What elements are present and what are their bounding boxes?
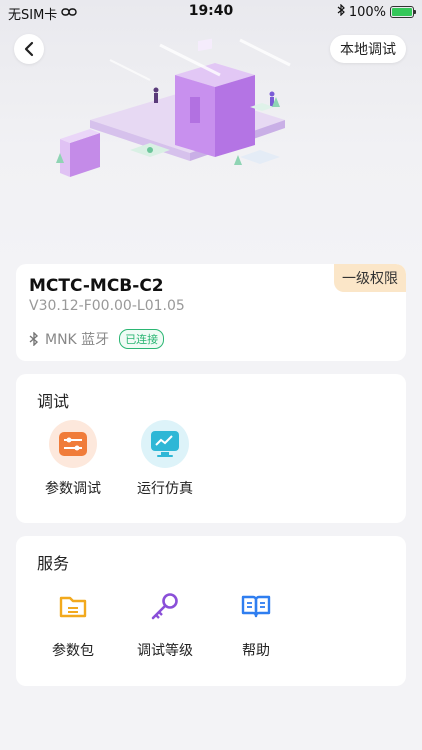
tile-label: 参数包 bbox=[52, 643, 94, 659]
bluetooth-row: MNK 蓝牙 已连接 bbox=[29, 329, 165, 349]
back-button[interactable] bbox=[14, 34, 44, 64]
folder-icon bbox=[49, 582, 97, 630]
battery-icon bbox=[390, 6, 416, 18]
tile-label: 调试等级 bbox=[137, 643, 193, 659]
tile-label: 运行仿真 bbox=[137, 481, 193, 497]
permission-badge: 一级权限 bbox=[334, 264, 406, 292]
local-debug-button[interactable]: 本地调试 bbox=[330, 35, 406, 63]
sliders-icon bbox=[49, 420, 97, 468]
service-section: 服务 参数包 调试等级 帮助 bbox=[16, 536, 406, 686]
device-card: 一级权限 MCTC-MCB-C2 V30.12-F00.00-L01.05 MN… bbox=[16, 264, 406, 361]
status-right: 100% bbox=[337, 3, 416, 20]
connection-status-badge: 已连接 bbox=[119, 329, 165, 349]
section-title-service: 服务 bbox=[37, 554, 70, 573]
book-icon bbox=[232, 582, 280, 630]
battery-percent: 100% bbox=[348, 4, 386, 20]
param-debug-tile[interactable]: 参数调试 bbox=[33, 420, 113, 498]
device-name: MCTC-MCB-C2 bbox=[29, 276, 164, 296]
debug-level-tile[interactable]: 调试等级 bbox=[125, 582, 205, 660]
battery-fill bbox=[392, 8, 412, 16]
device-version: V30.12-F00.00-L01.05 bbox=[29, 298, 185, 314]
status-bar: 无SIM卡 19:40 100% bbox=[0, 0, 422, 24]
elevator-illustration bbox=[56, 38, 291, 177]
bluetooth-icon bbox=[337, 3, 345, 20]
monitor-chart-icon bbox=[141, 420, 189, 468]
chevron-left-icon bbox=[24, 41, 34, 57]
debug-section: 调试 参数调试 运行仿真 bbox=[16, 374, 406, 523]
key-icon bbox=[141, 582, 189, 630]
help-tile[interactable]: 帮助 bbox=[216, 582, 296, 660]
bluetooth-icon bbox=[29, 332, 39, 346]
section-title-debug: 调试 bbox=[37, 392, 70, 411]
bluetooth-name: MNK 蓝牙 bbox=[45, 332, 110, 348]
tile-label: 参数调试 bbox=[45, 481, 101, 497]
tile-label: 帮助 bbox=[242, 643, 270, 659]
run-simulation-tile[interactable]: 运行仿真 bbox=[125, 420, 205, 498]
param-package-tile[interactable]: 参数包 bbox=[33, 582, 113, 660]
